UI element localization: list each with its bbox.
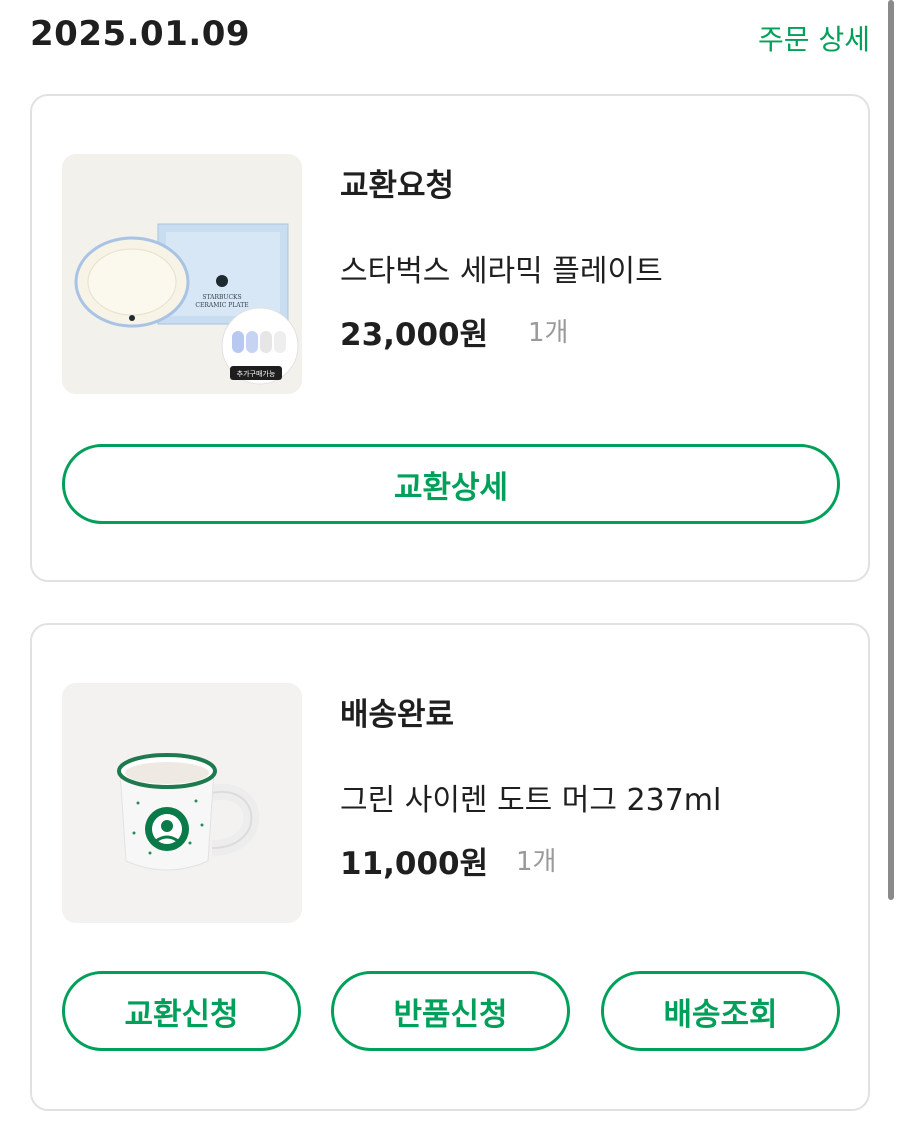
product-price: 23,000원 (340, 317, 489, 353)
svg-text:STARBUCKS: STARBUCKS (202, 294, 241, 301)
order-date: 2025.01.09 (30, 14, 251, 54)
svg-text:추가구매가능: 추가구매가능 (237, 369, 276, 378)
order-status: 교환요청 (340, 168, 455, 204)
order-history-page: 2025.01.09 주문 상세 STARBUCKS CERAMIC PLATE (0, 0, 900, 1126)
ceramic-plate-illustration: STARBUCKS CERAMIC PLATE 추가구매가능 (62, 154, 302, 394)
order-header: 2025.01.09 주문 상세 (30, 12, 870, 56)
product-quantity: 1개 (516, 847, 557, 877)
product-image-ceramic-plate[interactable]: STARBUCKS CERAMIC PLATE 추가구매가능 (62, 154, 302, 394)
product-price: 11,000원 (340, 846, 489, 882)
order-item-card: 배송완료 그린 사이렌 도트 머그 237ml 11,000원 1개 교환신청 … (30, 623, 870, 1111)
order-status: 배송완료 (340, 697, 455, 733)
return-request-button[interactable]: 반품신청 (331, 971, 570, 1051)
exchange-request-button[interactable]: 교환신청 (62, 971, 301, 1051)
order-item-card: STARBUCKS CERAMIC PLATE 추가구매가능 교환요청 스타벅스… (30, 94, 870, 582)
product-name[interactable]: 그린 사이렌 도트 머그 237ml (340, 775, 721, 819)
svg-text:CERAMIC PLATE: CERAMIC PLATE (195, 302, 248, 309)
product-quantity: 1개 (528, 318, 569, 348)
product-name[interactable]: 스타벅스 세라믹 플레이트 (340, 246, 663, 290)
scrollbar[interactable] (888, 0, 894, 900)
product-image-siren-mug[interactable] (62, 683, 302, 923)
exchange-detail-button[interactable]: 교환상세 (62, 444, 840, 524)
order-detail-link[interactable]: 주문 상세 (758, 18, 870, 58)
track-delivery-button[interactable]: 배송조회 (601, 971, 840, 1051)
siren-mug-illustration (62, 683, 302, 923)
